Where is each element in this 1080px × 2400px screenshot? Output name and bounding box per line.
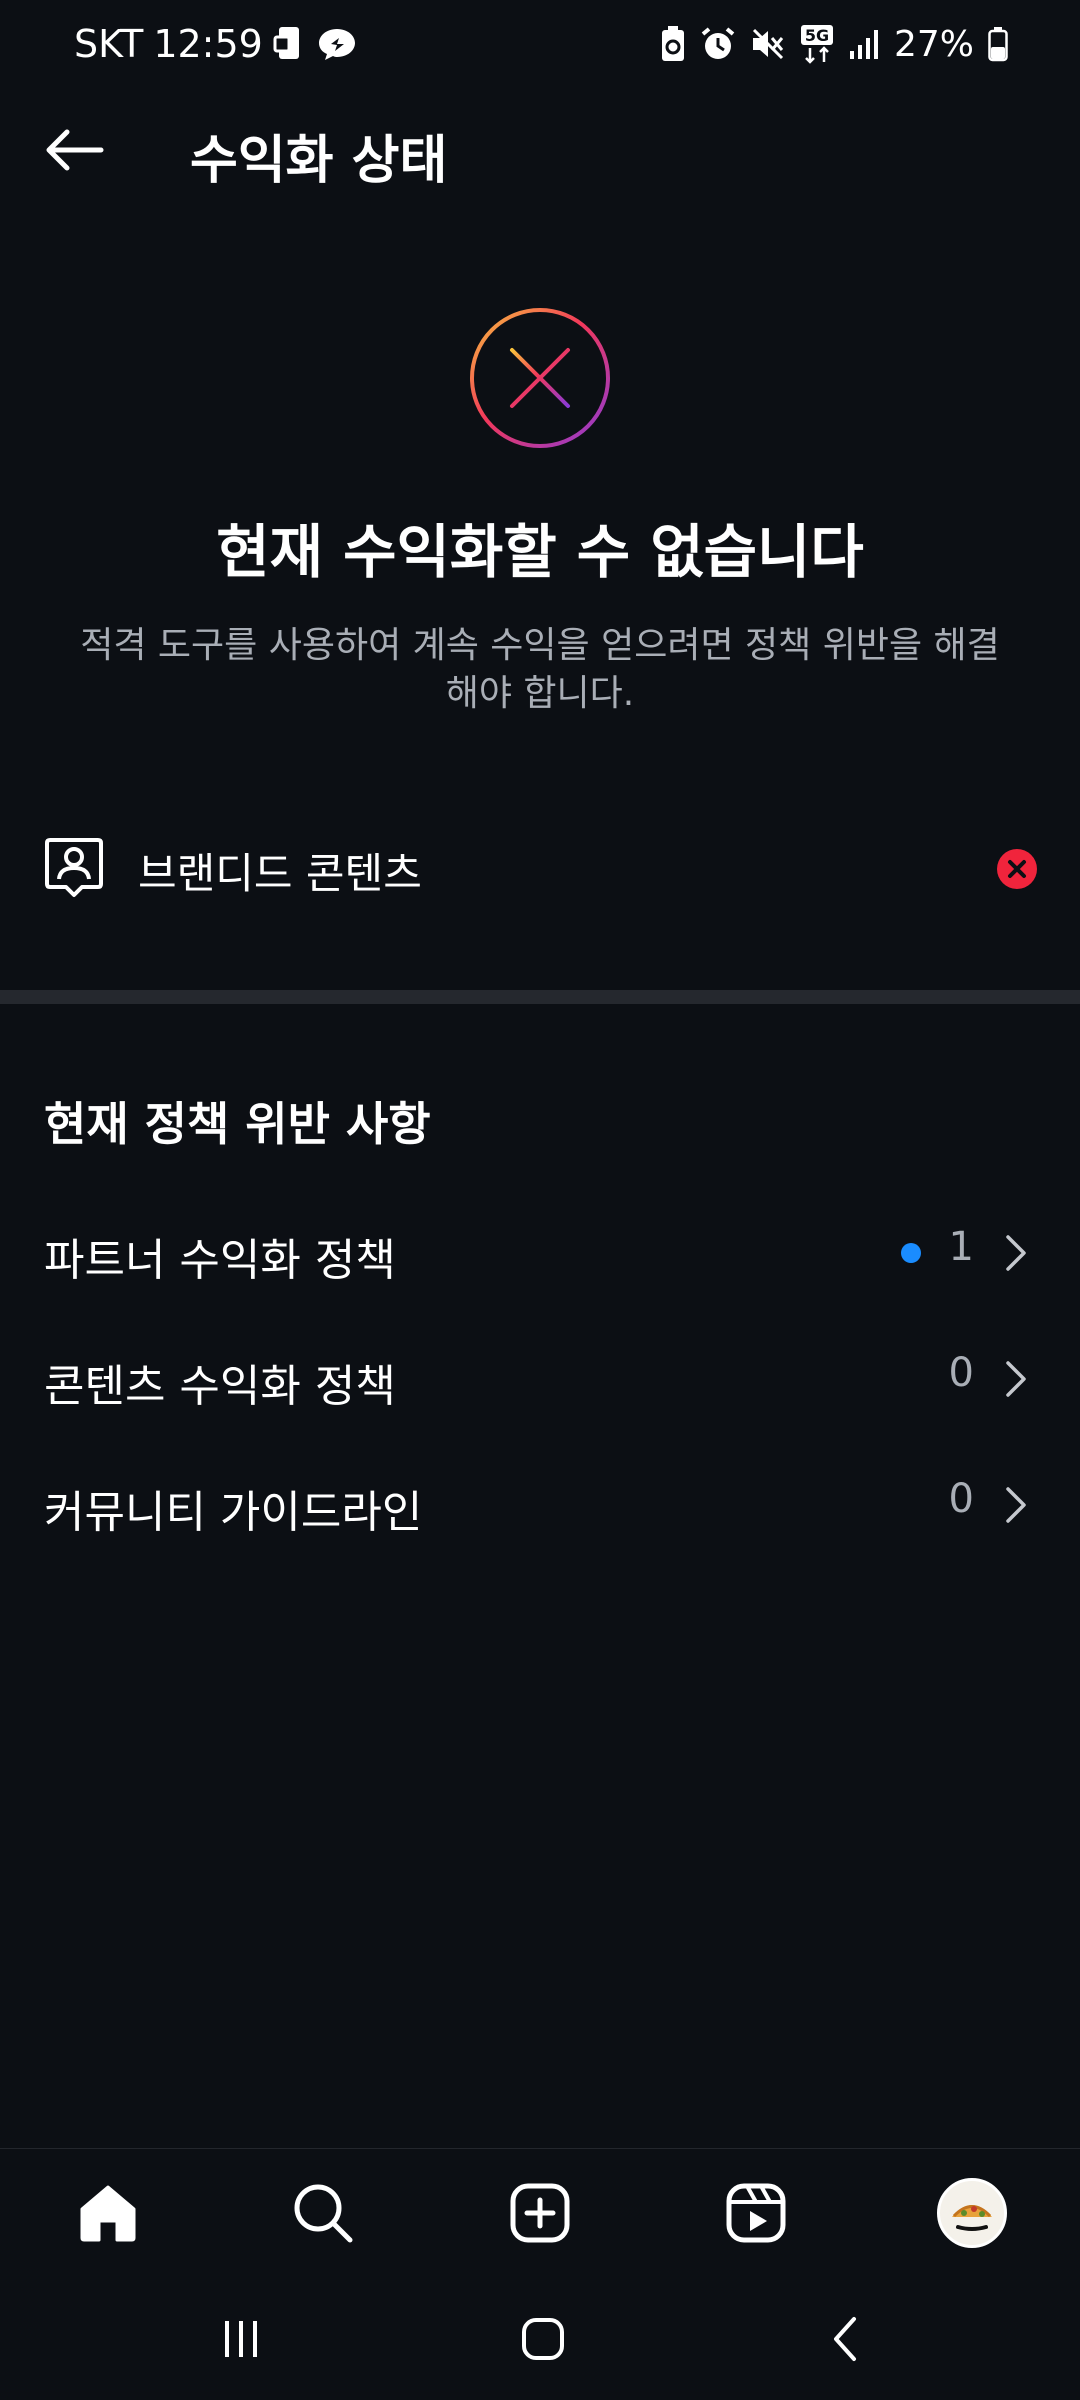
- system-back-icon: [834, 2317, 856, 2361]
- violation-label: 파트너 수익화 정책: [44, 1235, 396, 1286]
- nav-search-button[interactable]: [283, 2173, 363, 2253]
- arrow-left-icon: [46, 129, 104, 171]
- battery-saver-icon: [660, 25, 686, 63]
- battery-percent: 27%: [893, 23, 974, 65]
- new-violation-dot: [901, 1243, 921, 1263]
- chat-bubble-icon: [317, 26, 357, 62]
- section-divider: [0, 990, 1080, 1004]
- mute-icon: [750, 26, 786, 62]
- profile-avatar: [937, 2178, 1007, 2248]
- branded-content-icon: [44, 836, 104, 898]
- hero-title: 현재 수익화할 수 없습니다: [216, 518, 864, 586]
- status-bar: SKT 12:59 5G 27%: [0, 0, 1080, 92]
- signal-icon: [848, 27, 880, 61]
- hero-description: 적격 도구를 사용하여 계속 수익을 얻으려면 정책 위반을 해결해야 합니다.: [80, 625, 1000, 714]
- chevron-right-icon: [1002, 1359, 1030, 1399]
- home-icon: [80, 2185, 136, 2242]
- recent-apps-icon: [225, 2321, 257, 2357]
- create-icon: [510, 2183, 570, 2243]
- nav-home-button[interactable]: [68, 2173, 148, 2253]
- system-home-button[interactable]: [498, 2304, 588, 2374]
- phone-notification-icon: [273, 25, 307, 63]
- chevron-right-icon: [1002, 1485, 1030, 1525]
- violation-count: 0: [948, 1350, 974, 1396]
- top-bar: 수익화 상태: [0, 100, 1080, 200]
- search-icon: [294, 2184, 353, 2243]
- back-button[interactable]: [30, 114, 120, 186]
- violation-label: 커뮤니티 가이드라인: [44, 1487, 423, 1538]
- tool-label: 브랜디드 콘텐츠: [138, 849, 422, 898]
- chevron-right-icon: [1002, 1233, 1030, 1273]
- bottom-nav: [0, 2148, 1080, 2276]
- carrier-label: SKT: [74, 22, 144, 66]
- ineligible-status-icon: [468, 306, 612, 450]
- status-right: 5G 27%: [660, 20, 1008, 68]
- clock-label: 12:59: [153, 22, 263, 66]
- system-nav-bar: [0, 2280, 1080, 2400]
- nav-profile-button[interactable]: [932, 2173, 1012, 2253]
- violation-row-community-guidelines[interactable]: 커뮤니티 가이드라인 0: [0, 1448, 1080, 1558]
- alarm-icon: [700, 26, 736, 62]
- svg-text:5G: 5G: [805, 26, 829, 45]
- nav-create-button[interactable]: [500, 2173, 580, 2253]
- ineligible-x-icon: [996, 848, 1038, 890]
- monetization-status-screen: SKT 12:59 5G 27% 수익화 상태 현재 수익화할 수 없습니다 적…: [0, 0, 1080, 2400]
- system-back-button[interactable]: [800, 2304, 890, 2374]
- system-home-icon: [522, 2318, 564, 2360]
- battery-icon: [988, 26, 1008, 62]
- network-5g-icon: 5G: [800, 24, 834, 64]
- recent-apps-button[interactable]: [196, 2304, 286, 2374]
- violations-section-title: 현재 정책 위반 사항: [44, 1097, 431, 1151]
- violation-count: 1: [948, 1224, 974, 1270]
- violation-row-content-monetization[interactable]: 콘텐츠 수익화 정책 0: [0, 1322, 1080, 1432]
- violation-count: 0: [948, 1476, 974, 1522]
- nav-reels-button[interactable]: [716, 2173, 796, 2253]
- violation-row-partner-monetization[interactable]: 파트너 수익화 정책 1: [0, 1196, 1080, 1306]
- violation-label: 콘텐츠 수익화 정책: [44, 1361, 396, 1412]
- status-left: SKT 12:59: [74, 20, 357, 68]
- page-title: 수익화 상태: [190, 131, 448, 191]
- reels-icon: [726, 2183, 786, 2243]
- tool-row-branded-content[interactable]: 브랜디드 콘텐츠: [0, 812, 1080, 922]
